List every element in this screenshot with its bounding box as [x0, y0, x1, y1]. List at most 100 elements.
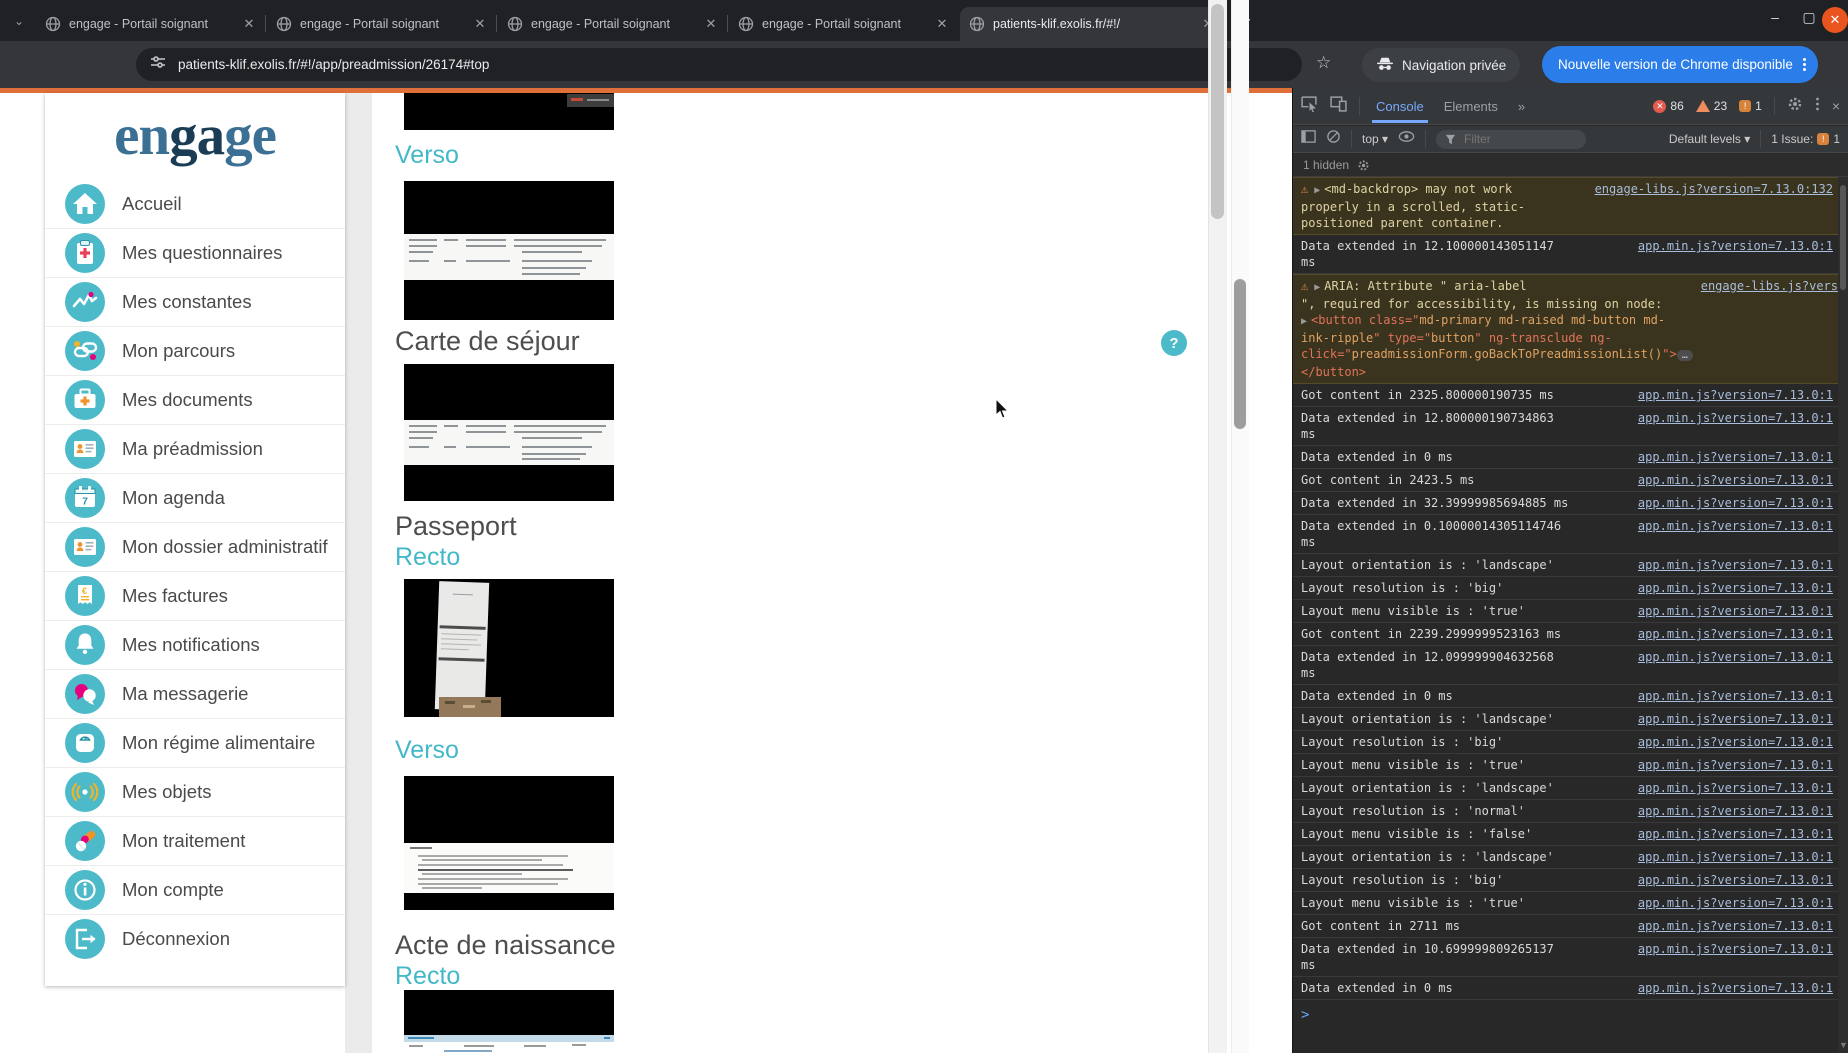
browser-tab[interactable]: engage - Portail soignant✕: [36, 7, 265, 41]
source-link[interactable]: app.min.js?version=7.13.0:1: [1638, 688, 1833, 704]
document-thumbnail[interactable]: [404, 93, 614, 130]
browser-tab[interactable]: engage - Portail soignant✕: [498, 7, 727, 41]
warning-count[interactable]: 23: [1696, 99, 1727, 113]
sidebar-item-mon-traitement[interactable]: Mon traitement: [45, 816, 345, 865]
expand-caret-icon[interactable]: ▶: [1314, 282, 1320, 293]
source-link[interactable]: app.min.js?version=7.13.0:1: [1638, 734, 1833, 750]
issues-link[interactable]: 1 Issue:!1: [1771, 132, 1840, 146]
context-selector[interactable]: top ▾: [1362, 132, 1388, 146]
error-count[interactable]: ✕86: [1653, 99, 1683, 113]
source-link[interactable]: app.min.js?version=7.13.0:1: [1638, 872, 1833, 888]
source-link[interactable]: app.min.js?version=7.13.0:1: [1638, 626, 1833, 642]
incognito-badge[interactable]: Navigation privée: [1362, 48, 1520, 82]
source-link[interactable]: app.min.js?version=7.13.0:1: [1638, 387, 1833, 403]
sidebar-item-ma-messagerie[interactable]: Ma messagerie: [45, 669, 345, 718]
log-levels-selector[interactable]: Default levels ▾: [1669, 132, 1750, 146]
url-text[interactable]: patients-klif.exolis.fr/#!/app/preadmiss…: [178, 57, 489, 72]
url-bar[interactable]: patients-klif.exolis.fr/#!/app/preadmiss…: [136, 48, 1302, 81]
devtools-scrollbar[interactable]: ▼: [1838, 177, 1848, 1053]
scale-icon: [65, 723, 105, 763]
sidebar-item-mon-dossier-administratif[interactable]: Mon dossier administratif: [45, 522, 345, 571]
document-thumbnail[interactable]: [404, 990, 614, 1053]
tab-search-chevron-icon[interactable]: ⌄: [8, 11, 30, 31]
sidebar-item-mon-parcours[interactable]: Mon parcours: [45, 326, 345, 375]
document-thumbnail[interactable]: [404, 776, 614, 910]
tab-elements[interactable]: Elements: [1440, 90, 1502, 123]
sidebar-item-mes-constantes[interactable]: Mes constantes: [45, 277, 345, 326]
source-link[interactable]: app.min.js?version=7.13.0:1: [1638, 449, 1833, 465]
inspect-element-icon[interactable]: [1301, 95, 1318, 117]
sidebar-item-mes-objets[interactable]: Mes objets: [45, 767, 345, 816]
sidebar-item-mes-factures[interactable]: €Mes factures: [45, 571, 345, 620]
document-thumbnail[interactable]: [404, 579, 614, 717]
site-settings-icon[interactable]: [150, 54, 166, 75]
source-link[interactable]: app.min.js?version=7.13.0:1: [1638, 757, 1833, 773]
source-link[interactable]: app.min.js?version=7.13.0:1: [1638, 849, 1833, 865]
console-filter[interactable]: [1436, 130, 1586, 149]
devtools-menu-icon[interactable]: [1815, 96, 1820, 117]
document-thumbnail[interactable]: [404, 181, 614, 320]
expand-caret-icon[interactable]: ▶: [1314, 185, 1320, 196]
content-scrollbar[interactable]: [1208, 0, 1227, 1053]
source-link[interactable]: engage-libs.js?version=7.13.0:132: [1595, 181, 1833, 197]
live-expression-eye-icon[interactable]: [1398, 129, 1415, 149]
source-link[interactable]: app.min.js?version=7.13.0:1: [1638, 711, 1833, 727]
tab-close-icon[interactable]: ✕: [935, 16, 949, 32]
minimize-button[interactable]: –: [1764, 9, 1786, 25]
close-window-button[interactable]: ✕: [1822, 7, 1848, 33]
source-link[interactable]: engage-libs.js?version=7.13.0:132: [1701, 278, 1839, 294]
source-link[interactable]: app.min.js?version=7.13.0:1: [1638, 941, 1833, 957]
source-link[interactable]: app.min.js?version=7.13.0:1: [1638, 603, 1833, 619]
source-link[interactable]: app.min.js?version=7.13.0:1: [1638, 803, 1833, 819]
source-link[interactable]: app.min.js?version=7.13.0:1: [1638, 826, 1833, 842]
clear-console-icon[interactable]: [1326, 129, 1341, 149]
issue-count-badge[interactable]: !1: [1739, 99, 1762, 113]
hidden-settings-icon[interactable]: [1357, 159, 1370, 172]
console-prompt[interactable]: >: [1293, 1000, 1839, 1030]
source-link[interactable]: app.min.js?version=7.13.0:1: [1638, 472, 1833, 488]
document-thumbnail[interactable]: [404, 364, 614, 501]
more-tabs-icon[interactable]: »: [1514, 90, 1529, 123]
section-acte-de-naissance: Acte de naissance: [395, 930, 616, 961]
source-link[interactable]: app.min.js?version=7.13.0:1: [1638, 980, 1833, 996]
tab-close-icon[interactable]: ✕: [242, 16, 256, 32]
sidebar-item-mes-notifications[interactable]: Mes notifications: [45, 620, 345, 669]
tab-close-icon[interactable]: ✕: [473, 16, 487, 32]
console-log-row: Layout orientation is : 'landscape'app.m…: [1293, 708, 1839, 731]
sidebar-item-mes-questionnaires[interactable]: Mes questionnaires: [45, 228, 345, 277]
tab-console[interactable]: Console: [1372, 90, 1428, 123]
devtools-settings-icon[interactable]: [1787, 96, 1803, 117]
browser-tab[interactable]: patients-klif.exolis.fr/#!/✕: [960, 7, 1224, 41]
bookmark-star-icon[interactable]: ☆: [1316, 53, 1331, 73]
devtools-close-icon[interactable]: ×: [1832, 98, 1840, 114]
source-link[interactable]: app.min.js?version=7.13.0:1: [1638, 557, 1833, 573]
source-link[interactable]: app.min.js?version=7.13.0:1: [1638, 238, 1833, 254]
source-link[interactable]: app.min.js?version=7.13.0:1: [1638, 410, 1833, 426]
sidebar-item-mon-compte[interactable]: Mon compte: [45, 865, 345, 914]
source-link[interactable]: app.min.js?version=7.13.0:1: [1638, 580, 1833, 596]
browser-menu-icon[interactable]: [1803, 58, 1806, 71]
source-link[interactable]: app.min.js?version=7.13.0:1: [1638, 895, 1833, 911]
source-link[interactable]: app.min.js?version=7.13.0:1: [1638, 649, 1833, 665]
filter-input[interactable]: [1462, 131, 1566, 147]
help-icon[interactable]: ?: [1161, 330, 1187, 356]
source-link[interactable]: app.min.js?version=7.13.0:1: [1638, 518, 1833, 534]
sidebar-item-mon-agenda[interactable]: 7Mon agenda: [45, 473, 345, 522]
sidebar-item-ma-preadmission[interactable]: Ma préadmission: [45, 424, 345, 473]
sidebar-item-deconnexion[interactable]: Déconnexion: [45, 914, 345, 963]
browser-tab[interactable]: engage - Portail soignant✕: [267, 7, 496, 41]
console-html-node[interactable]: ▶<button class="md-primary md-raised md-…: [1301, 312, 1693, 380]
page-scrollbar[interactable]: [1231, 0, 1249, 1053]
sidebar-item-accueil[interactable]: Accueil: [45, 179, 345, 228]
browser-tab[interactable]: engage - Portail soignant✕: [729, 7, 958, 41]
source-link[interactable]: app.min.js?version=7.13.0:1: [1638, 780, 1833, 796]
chrome-update-button[interactable]: Nouvelle version de Chrome disponible: [1542, 46, 1818, 83]
sidebar-item-mon-regime-alimentaire[interactable]: Mon régime alimentaire: [45, 718, 345, 767]
restore-button[interactable]: ▢: [1798, 9, 1820, 26]
source-link[interactable]: app.min.js?version=7.13.0:1: [1638, 918, 1833, 934]
source-link[interactable]: app.min.js?version=7.13.0:1: [1638, 495, 1833, 511]
sidebar-item-mes-documents[interactable]: Mes documents: [45, 375, 345, 424]
device-toolbar-icon[interactable]: [1330, 95, 1347, 117]
console-sidebar-icon[interactable]: [1301, 129, 1316, 149]
tab-close-icon[interactable]: ✕: [704, 16, 718, 32]
